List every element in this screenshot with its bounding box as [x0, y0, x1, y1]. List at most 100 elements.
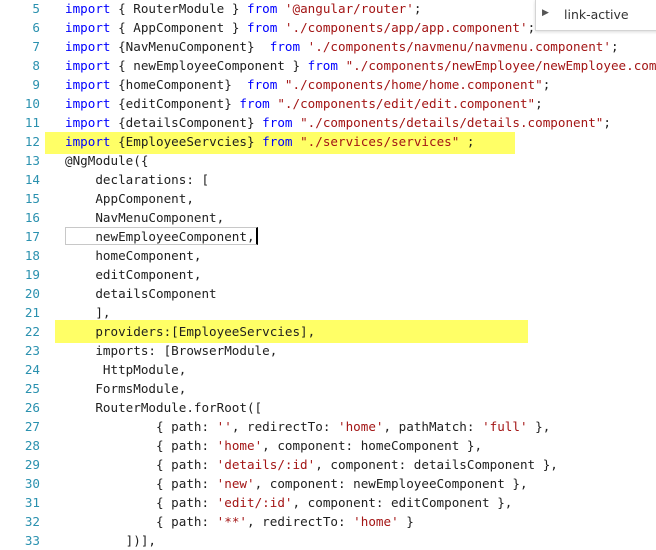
line-code: { path: '**', redirectTo: 'home' } — [65, 512, 414, 531]
code-line: 8 import { newEmployeeComponent } from ".… — [0, 56, 656, 75]
code-token: ; — [603, 115, 611, 130]
code-line: 15 AppComponent, — [0, 189, 656, 208]
line-number: 23 — [24, 343, 40, 358]
find-input[interactable]: link-active — [564, 7, 629, 22]
string-token: 'full' — [482, 419, 528, 434]
line-number: 31 — [24, 495, 40, 510]
line-code: import {EmployeeServcies} from "./servic… — [65, 132, 475, 151]
code-line: 26 RouterModule.forRoot([ — [0, 398, 656, 417]
keyword-token: from — [246, 20, 278, 35]
code-line: 10 import {editComponent} from "./compone… — [0, 94, 656, 113]
code-line: 13 @NgModule({ — [0, 151, 656, 170]
keyword-token: import — [65, 58, 111, 73]
line-code: { path: 'edit/:id', component: editCompo… — [65, 493, 512, 512]
string-token: "./components/edit/edit.component" — [277, 96, 536, 111]
line-code: import { RouterModule } from '@angular/r… — [65, 0, 421, 18]
line-code: declarations: [ — [65, 170, 209, 189]
line-code: ], — [65, 303, 110, 322]
line-code: FormsModule, — [65, 379, 186, 398]
line-number: 33 — [24, 533, 40, 548]
code-token: FormsModule, — [65, 381, 187, 396]
code-token: AppComponent, — [65, 191, 194, 206]
line-code: import {NavMenuComponent} from './compon… — [65, 37, 619, 56]
line-number: 18 — [24, 248, 40, 263]
keyword-token: from — [246, 77, 278, 92]
code-token: RouterModule.forRoot([ — [65, 400, 263, 415]
line-code: { path: 'home', component: homeComponent… — [65, 436, 482, 455]
line-code: editComponent, — [65, 265, 201, 284]
line-code: import { AppComponent } from './componen… — [65, 18, 535, 37]
code-line: 23 imports: [BrowserModule, — [0, 341, 656, 360]
line-code: { path: '', redirectTo: 'home', pathMatc… — [65, 417, 550, 436]
code-token: , pathMatch: — [383, 419, 483, 434]
code-token: {NavMenuComponent} — [110, 39, 270, 54]
code-line: 16 NavMenuComponent, — [0, 208, 656, 227]
code-token: ; — [459, 134, 475, 149]
keyword-token: import — [65, 1, 111, 16]
code-token: {EmployeeServcies} — [110, 134, 263, 149]
string-token: '@angular/router' — [284, 1, 414, 16]
code-line: 28 { path: 'home', component: homeCompon… — [0, 436, 656, 455]
code-token: { path: — [65, 495, 217, 510]
keyword-token: from — [307, 58, 338, 73]
code-line: 24 HttpModule, — [0, 360, 656, 379]
line-code: HttpModule, — [65, 360, 186, 379]
code-token: detailsComponent — [65, 286, 217, 301]
keyword-token: from — [262, 134, 293, 149]
code-editor[interactable]: 5 import { RouterModule } from '@angular/… — [0, 0, 656, 549]
line-number: 12 — [24, 134, 40, 149]
code-line: 25 FormsModule, — [0, 379, 656, 398]
string-token: '' — [216, 419, 232, 434]
keyword-token: import — [65, 20, 111, 35]
code-token: } — [398, 514, 414, 529]
line-number: 32 — [24, 514, 40, 529]
string-token: "./components/details/details.component" — [300, 115, 604, 130]
string-token: "./services/services" — [300, 134, 460, 149]
code-token: HttpModule, — [65, 362, 187, 377]
code-token: ; — [542, 77, 551, 92]
code-token: ; — [413, 1, 422, 16]
code-token: newEmployeeComponent, — [65, 229, 255, 244]
code-line: 19 editComponent, — [0, 265, 656, 284]
line-code: RouterModule.forRoot([ — [65, 398, 262, 417]
code-token: {editComponent} — [110, 96, 240, 111]
line-number: 16 — [24, 210, 40, 225]
code-line: 14 declarations: [ — [0, 170, 656, 189]
line-number: 28 — [24, 438, 40, 453]
line-number: 21 — [24, 305, 40, 320]
line-number: 26 — [24, 400, 40, 415]
code-line: 31 { path: 'edit/:id', component: editCo… — [0, 493, 656, 512]
string-token: 'edit/:id' — [216, 495, 293, 510]
line-code: imports: [BrowserModule, — [65, 341, 277, 360]
line-code: AppComponent, — [65, 189, 194, 208]
code-line: 17 newEmployeeComponent, — [0, 227, 656, 246]
line-code: import {homeComponent} from "./component… — [65, 75, 550, 94]
code-token: { AppComponent } — [110, 20, 247, 35]
string-token: 'home' — [337, 419, 384, 434]
code-token: , component: editComponent }, — [292, 495, 513, 510]
line-number: 25 — [24, 381, 40, 396]
code-line: 9 import {homeComponent} from "./componen… — [0, 75, 656, 94]
code-line: 29 { path: 'details/:id', component: det… — [0, 455, 656, 474]
line-number: 7 — [32, 39, 40, 54]
code-token: { path: — [65, 476, 217, 491]
line-code: import {detailsComponent} from "./compon… — [65, 113, 611, 132]
code-token: imports: [BrowserModule, — [65, 343, 278, 358]
line-code: detailsComponent — [65, 284, 217, 303]
find-widget[interactable]: ▶ link-active — [535, 0, 656, 31]
code-token: , component: homeComponent }, — [262, 438, 483, 453]
code-line: 12 import {EmployeeServcies} from "./serv… — [0, 132, 656, 151]
line-code: newEmployeeComponent, — [65, 227, 255, 246]
line-code: providers:[EmployeeServcies], — [65, 322, 315, 341]
code-line: 21 ], — [0, 303, 656, 322]
line-number: 10 — [24, 96, 40, 111]
line-number: 24 — [24, 362, 40, 377]
code-token: { newEmployeeComponent } — [110, 58, 308, 73]
chevron-right-icon[interactable]: ▶ — [542, 8, 549, 18]
